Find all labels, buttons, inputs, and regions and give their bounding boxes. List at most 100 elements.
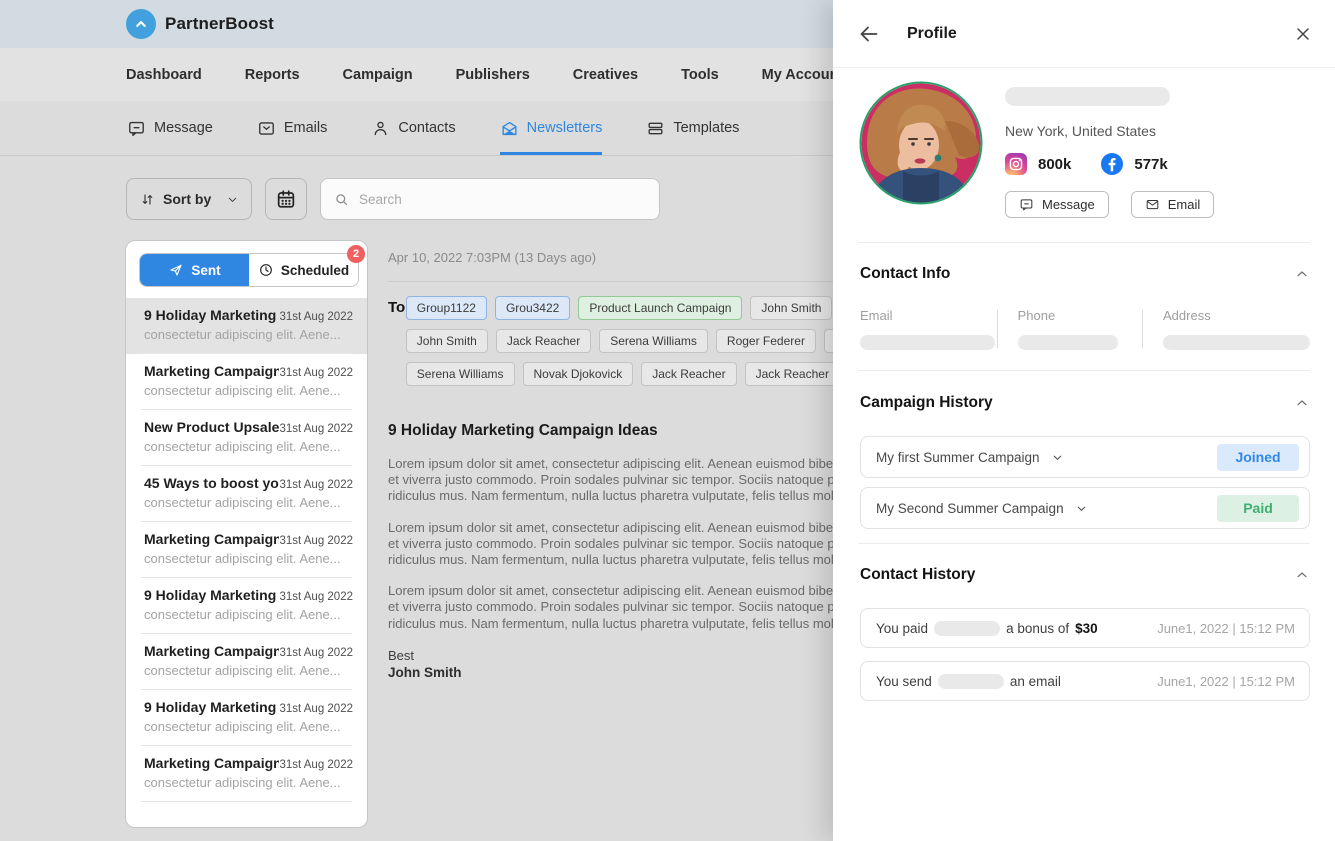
- campaign-card[interactable]: My Second Summer CampaignPaid: [860, 487, 1310, 529]
- tab-label: Contacts: [398, 120, 455, 136]
- mail-item-date: 31st Aug 2022: [279, 479, 353, 491]
- contact-history-section: Contact History You paida bonus of$30Jun…: [833, 544, 1335, 701]
- nav-item-campaign[interactable]: Campaign: [343, 67, 413, 83]
- mail-item-title: Marketing Campaign...: [144, 643, 279, 659]
- sort-by-label: Sort by: [163, 191, 219, 207]
- mail-item-date: 31st Aug 2022: [279, 591, 353, 603]
- recipient-tag[interactable]: Jack Reacher: [641, 362, 736, 386]
- instagram-stat[interactable]: 800k: [1005, 153, 1071, 175]
- brand-name: PartnerBoost: [165, 14, 274, 34]
- email-button-label: Email: [1168, 197, 1201, 212]
- recipient-tag[interactable]: Product Launch Campaign: [578, 296, 742, 320]
- chevron-down-icon: [226, 193, 239, 206]
- message-button-label: Message: [1042, 197, 1095, 212]
- mail-list-item[interactable]: Marketing Campaign...31st Aug 2022consec…: [126, 746, 367, 802]
- close-icon[interactable]: [1293, 24, 1313, 44]
- recipient-tag[interactable]: Jack Reacher: [745, 362, 840, 386]
- chevron-up-icon[interactable]: [1294, 266, 1310, 282]
- tab-templates[interactable]: Templates: [646, 101, 739, 155]
- open-envelope-icon: [500, 119, 519, 138]
- avatar: [859, 81, 983, 205]
- instagram-followers: 800k: [1038, 156, 1071, 173]
- calendar-button[interactable]: [265, 178, 307, 220]
- contact-field-address: Address: [1143, 308, 1310, 350]
- tab-newsletters[interactable]: Newsletters: [500, 101, 603, 155]
- contact-history-text: You paida bonus of$30: [876, 621, 1098, 636]
- message-button[interactable]: Message: [1005, 191, 1109, 218]
- history-amount: $30: [1075, 621, 1098, 636]
- calendar-icon: [275, 188, 297, 210]
- campaign-status-badge: Paid: [1217, 495, 1299, 522]
- contact-field-placeholder[interactable]: [1163, 335, 1310, 350]
- scheduled-label: Scheduled: [281, 263, 349, 278]
- recipient-tag[interactable]: Serena Williams: [406, 362, 515, 386]
- contact-history-text: You sendan email: [876, 674, 1061, 689]
- mail-list-item[interactable]: New Product Upsale31st Aug 2022consectet…: [126, 410, 367, 466]
- sent-label: Sent: [191, 263, 220, 278]
- tab-message[interactable]: Message: [127, 101, 213, 155]
- recipient-tag[interactable]: Group1122: [406, 296, 487, 320]
- tab-emails[interactable]: Emails: [257, 101, 328, 155]
- toolbar: Sort by: [126, 178, 660, 220]
- recipient-tag[interactable]: Roger Federer: [716, 329, 816, 353]
- tab-label: Templates: [673, 120, 739, 136]
- facebook-stat[interactable]: 577k: [1101, 153, 1167, 175]
- recipient-tag[interactable]: John Smith: [406, 329, 488, 353]
- contact-field-label: Phone: [1018, 308, 1142, 323]
- brand-logo[interactable]: PartnerBoost: [126, 9, 274, 39]
- chevron-down-icon[interactable]: [1051, 451, 1064, 464]
- mail-list-item[interactable]: Marketing Campaign...31st Aug 2022consec…: [126, 634, 367, 690]
- contact-field-placeholder[interactable]: [860, 335, 995, 350]
- contact-history-card: You paida bonus of$30June1, 2022 | 15:12…: [860, 608, 1310, 648]
- envelope-icon: [1145, 197, 1160, 212]
- mail-list-item[interactable]: 45 Ways to boost your...31st Aug 2022con…: [126, 466, 367, 522]
- chevron-down-icon[interactable]: [1075, 502, 1088, 515]
- recipient-tag[interactable]: John Smith: [750, 296, 832, 320]
- tab-label: Emails: [284, 120, 328, 136]
- scheduled-tab-button[interactable]: Scheduled: [249, 254, 358, 286]
- mail-item-title: 9 Holiday Marketing ...: [144, 699, 279, 715]
- contact-field-label: Email: [860, 308, 997, 323]
- nav-item-publishers[interactable]: Publishers: [456, 67, 530, 83]
- recipient-tag[interactable]: Jack Reacher: [496, 329, 591, 353]
- mail-list-item[interactable]: 9 Holiday Marketing ...31st Aug 2022cons…: [126, 298, 367, 354]
- campaign-history-section: Campaign History My first Summer Campaig…: [833, 371, 1335, 529]
- chevron-up-icon[interactable]: [1294, 567, 1310, 583]
- mail-list-item[interactable]: 9 Holiday Marketing ...31st Aug 2022cons…: [126, 578, 367, 634]
- search-icon: [333, 191, 350, 208]
- history-prefix: You send: [876, 674, 932, 689]
- campaign-name: My first Summer Campaign: [876, 450, 1040, 465]
- mail-item-date: 31st Aug 2022: [279, 423, 353, 435]
- nav-item-my-account[interactable]: My Account: [762, 67, 844, 83]
- campaign-history-list: My first Summer CampaignJoined My Second …: [860, 436, 1310, 529]
- mail-list-item[interactable]: Marketing Campaign...31st Aug 2022consec…: [126, 354, 367, 410]
- mail-list-item[interactable]: 9 Holiday Marketing ...31st Aug 2022cons…: [126, 690, 367, 746]
- mail-item-date: 31st Aug 2022: [279, 311, 353, 323]
- mail-item-title: 9 Holiday Marketing ...: [144, 587, 279, 603]
- email-button[interactable]: Email: [1131, 191, 1215, 218]
- mail-item-date: 31st Aug 2022: [279, 535, 353, 547]
- sent-tab-button[interactable]: Sent: [140, 254, 249, 286]
- recipient-tag[interactable]: Novak Djokovick: [523, 362, 634, 386]
- chevron-up-icon[interactable]: [1294, 395, 1310, 411]
- history-datetime: June1, 2022 | 15:12 PM: [1157, 674, 1295, 689]
- mail-item-preview: consectetur adipiscing elit. Aene...: [144, 495, 353, 510]
- mailbox-panel: Sent Scheduled 2 9 Holiday Marketing ...…: [125, 240, 368, 828]
- recipient-tag[interactable]: Serena Williams: [599, 329, 708, 353]
- mail-item-date: 31st Aug 2022: [279, 703, 353, 715]
- back-arrow-icon[interactable]: [857, 22, 881, 46]
- sort-by-dropdown[interactable]: Sort by: [126, 178, 252, 220]
- nav-item-creatives[interactable]: Creatives: [573, 67, 638, 83]
- nav-item-tools[interactable]: Tools: [681, 67, 719, 83]
- recipient-tag[interactable]: Grou3422: [495, 296, 570, 320]
- contact-field-placeholder[interactable]: [1018, 335, 1118, 350]
- mail-list-item[interactable]: Marketing Campaign...31st Aug 2022consec…: [126, 522, 367, 578]
- search-input[interactable]: [359, 192, 647, 207]
- tab-label: Message: [154, 120, 213, 136]
- tab-label: Newsletters: [527, 120, 603, 136]
- campaign-card[interactable]: My first Summer CampaignJoined: [860, 436, 1310, 478]
- nav-item-reports[interactable]: Reports: [245, 67, 300, 83]
- scheduled-count-badge: 2: [347, 245, 365, 263]
- tab-contacts[interactable]: Contacts: [371, 101, 455, 155]
- nav-item-dashboard[interactable]: Dashboard: [126, 67, 202, 83]
